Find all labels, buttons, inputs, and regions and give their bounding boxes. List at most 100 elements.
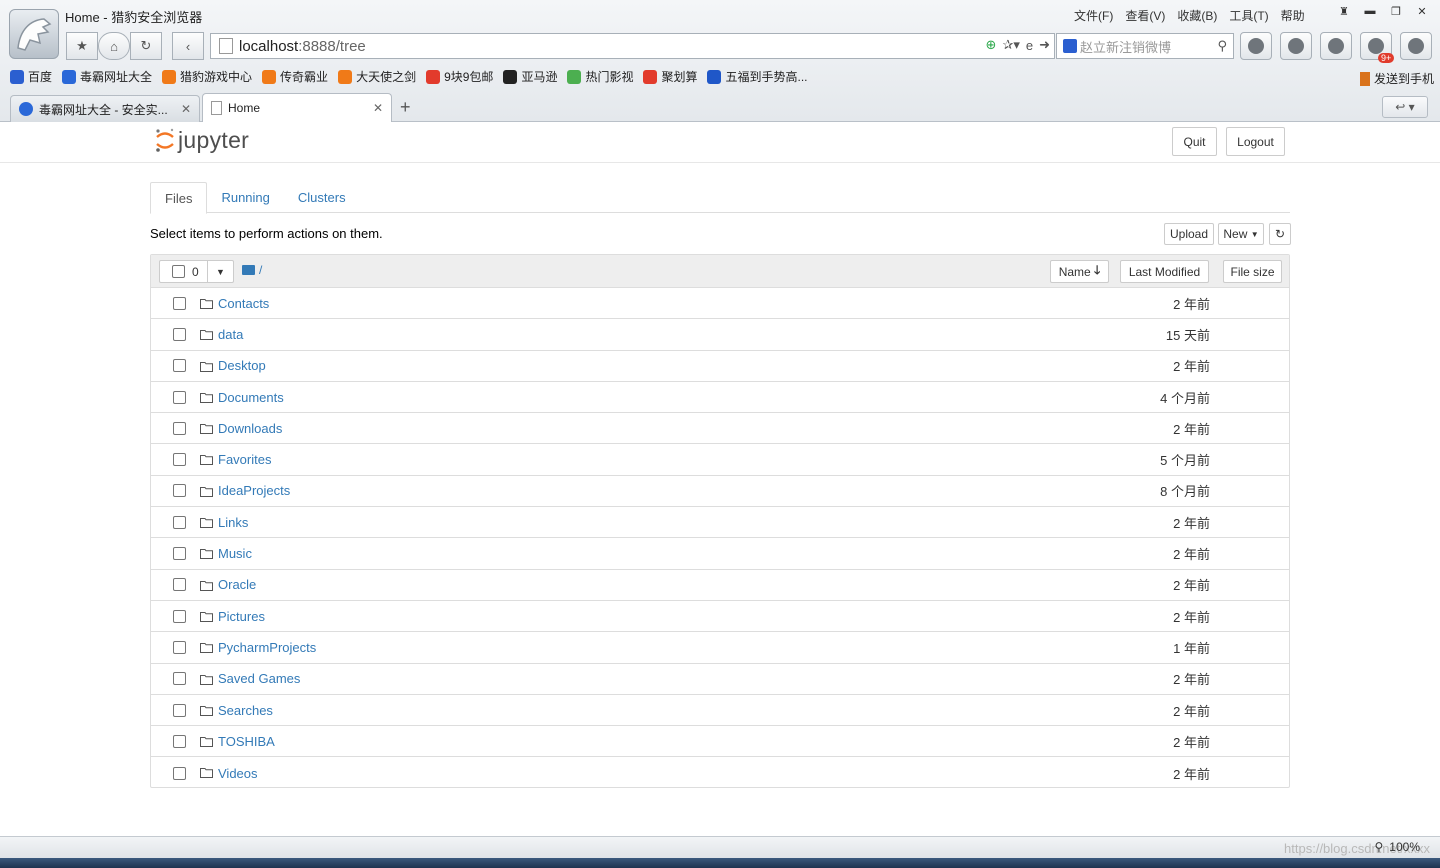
tab-close-icon[interactable]: ✕ — [181, 102, 191, 116]
table-row[interactable]: Pictures 2 年前 — [151, 601, 1289, 633]
ie-mode-icon[interactable]: e — [1026, 38, 1033, 53]
logout-button[interactable]: Logout — [1226, 127, 1285, 156]
table-row[interactable]: PycharmProjects 1 年前 — [151, 632, 1289, 664]
table-row[interactable]: Music 2 年前 — [151, 538, 1289, 570]
select-all-control[interactable]: 0 ▼ — [159, 260, 234, 283]
row-checkbox[interactable] — [173, 421, 186, 435]
table-row[interactable]: TOSHIBA 2 年前 — [151, 726, 1289, 758]
row-checkbox[interactable] — [173, 484, 186, 498]
row-checkbox[interactable] — [173, 672, 186, 686]
bookmark-item[interactable]: 大天使之剑 — [338, 68, 416, 85]
menu-tools[interactable]: 工具(T) — [1223, 7, 1274, 24]
row-checkbox[interactable] — [173, 359, 186, 373]
bookmark-item[interactable]: 猎豹游戏中心 — [162, 68, 252, 85]
search-box[interactable]: 赵立新注销微博 ⚲ — [1056, 33, 1234, 59]
send-to-phone[interactable]: 发送到手机 — [1359, 70, 1434, 87]
sort-modified-button[interactable]: Last Modified — [1120, 260, 1209, 283]
reload-button[interactable]: ↻ — [130, 32, 162, 60]
row-checkbox[interactable] — [173, 640, 186, 654]
breadcrumb[interactable]: / — [242, 263, 262, 277]
table-row[interactable]: Documents 4 个月前 — [151, 382, 1289, 414]
table-row[interactable]: Oracle 2 年前 — [151, 570, 1289, 601]
row-checkbox[interactable] — [173, 296, 186, 310]
table-row[interactable]: Desktop 2 年前 — [151, 351, 1289, 382]
file-name-link[interactable]: data — [218, 327, 243, 342]
download-button[interactable] — [1320, 32, 1352, 60]
row-checkbox[interactable] — [173, 547, 186, 561]
sort-name-button[interactable]: Name 🡓 — [1050, 260, 1109, 283]
more-button[interactable] — [1400, 32, 1432, 60]
tab-files[interactable]: Files — [150, 182, 208, 214]
bookmark-item[interactable]: 毒霸网址大全 — [62, 68, 152, 85]
row-checkbox[interactable] — [173, 515, 186, 529]
select-dropdown-icon[interactable]: ▼ — [207, 261, 233, 282]
menu-favorites[interactable]: 收藏(B) — [1171, 7, 1223, 24]
tab-clusters[interactable]: Clusters — [284, 182, 360, 213]
menu-file[interactable]: 文件(F) — [1068, 7, 1119, 24]
search-input[interactable]: 赵立新注销微博 — [1080, 37, 1171, 56]
file-name-link[interactable]: Oracle — [218, 577, 256, 592]
row-checkbox[interactable] — [173, 703, 186, 717]
file-name-link[interactable]: Searches — [218, 703, 273, 718]
table-row[interactable]: data 15 天前 — [151, 319, 1289, 351]
row-checkbox[interactable] — [173, 609, 186, 623]
file-name-link[interactable]: Music — [218, 546, 252, 561]
sort-size-button[interactable]: File size — [1223, 260, 1282, 283]
file-name-link[interactable]: Desktop — [218, 358, 266, 373]
file-name-link[interactable]: Links — [218, 515, 248, 530]
k-button[interactable] — [1240, 32, 1272, 60]
skin-icon[interactable]: ♜ — [1332, 2, 1356, 20]
tab-close-icon[interactable]: ✕ — [373, 101, 383, 115]
file-name-link[interactable]: Saved Games — [218, 671, 300, 686]
star-dropdown-icon[interactable]: ✰▾ — [1002, 37, 1019, 53]
bookmark-item[interactable]: 聚划算 — [643, 68, 697, 85]
table-row[interactable]: Videos 2 年前 — [151, 757, 1289, 788]
lock-button[interactable] — [1280, 32, 1312, 60]
bookmark-item[interactable]: 亚马逊 — [503, 68, 557, 85]
favorite-star-button[interactable]: ★ — [66, 32, 98, 60]
refresh-button[interactable]: ↻ — [1269, 223, 1291, 245]
table-row[interactable]: Links 2 年前 — [151, 507, 1289, 539]
back-button[interactable]: ‹ — [172, 32, 204, 60]
row-checkbox[interactable] — [173, 390, 186, 404]
file-name-link[interactable]: PycharmProjects — [218, 640, 316, 655]
file-name-link[interactable]: Pictures — [218, 609, 265, 624]
file-name-link[interactable]: Videos — [218, 766, 258, 781]
menu-help[interactable]: 帮助 — [1275, 7, 1311, 24]
go-arrow-icon[interactable]: ➜ — [1039, 37, 1050, 53]
quit-button[interactable]: Quit — [1172, 127, 1217, 156]
jupyter-logo[interactable]: jupyter — [154, 126, 249, 154]
tab-home[interactable]: Home ✕ — [202, 93, 392, 122]
table-row[interactable]: Contacts 2 年前 — [151, 288, 1289, 320]
new-button[interactable]: New ▼ — [1218, 223, 1264, 245]
home-button[interactable]: ⌂ — [98, 32, 130, 60]
bookmark-item[interactable]: 9块9包邮 — [426, 68, 493, 85]
table-row[interactable]: IdeaProjects 8 个月前 — [151, 476, 1289, 508]
restore-icon[interactable]: ❐ — [1384, 2, 1408, 20]
bookmark-item[interactable]: 五福到手势高... — [707, 68, 808, 85]
file-name-link[interactable]: IdeaProjects — [218, 483, 290, 498]
undo-close-tab-button[interactable]: ↩ ▾ — [1382, 96, 1428, 118]
bookmark-item[interactable]: 传奇霸业 — [262, 68, 328, 85]
address-bar[interactable]: localhost:8888/tree ⊕ ✰▾ e ➜ — [210, 33, 1055, 59]
table-row[interactable]: Downloads 2 年前 — [151, 413, 1289, 445]
search-icon[interactable]: ⚲ — [1217, 38, 1227, 54]
close-icon[interactable]: ✕ — [1410, 2, 1434, 20]
row-checkbox[interactable] — [173, 578, 186, 592]
table-row[interactable]: Saved Games 2 年前 — [151, 664, 1289, 695]
row-checkbox[interactable] — [173, 327, 186, 341]
table-row[interactable]: Favorites 5 个月前 — [151, 444, 1289, 476]
row-checkbox[interactable] — [173, 734, 186, 748]
bookmark-item[interactable]: 百度 — [10, 68, 52, 85]
bookmark-item[interactable]: 热门影视 — [567, 68, 633, 85]
row-checkbox[interactable] — [173, 453, 186, 467]
file-name-link[interactable]: Favorites — [218, 452, 271, 467]
baidu-paw-icon[interactable] — [1063, 39, 1077, 53]
tab-duba[interactable]: 毒霸网址大全 - 安全实... ✕ — [10, 95, 200, 122]
file-name-link[interactable]: Contacts — [218, 296, 269, 311]
new-tab-icon[interactable]: + — [400, 97, 411, 118]
table-row[interactable]: Searches 2 年前 — [151, 695, 1289, 727]
zoom-control[interactable]: ⚲ 100% — [1375, 840, 1421, 854]
tab-running[interactable]: Running — [207, 182, 283, 213]
file-name-link[interactable]: Documents — [218, 390, 284, 405]
